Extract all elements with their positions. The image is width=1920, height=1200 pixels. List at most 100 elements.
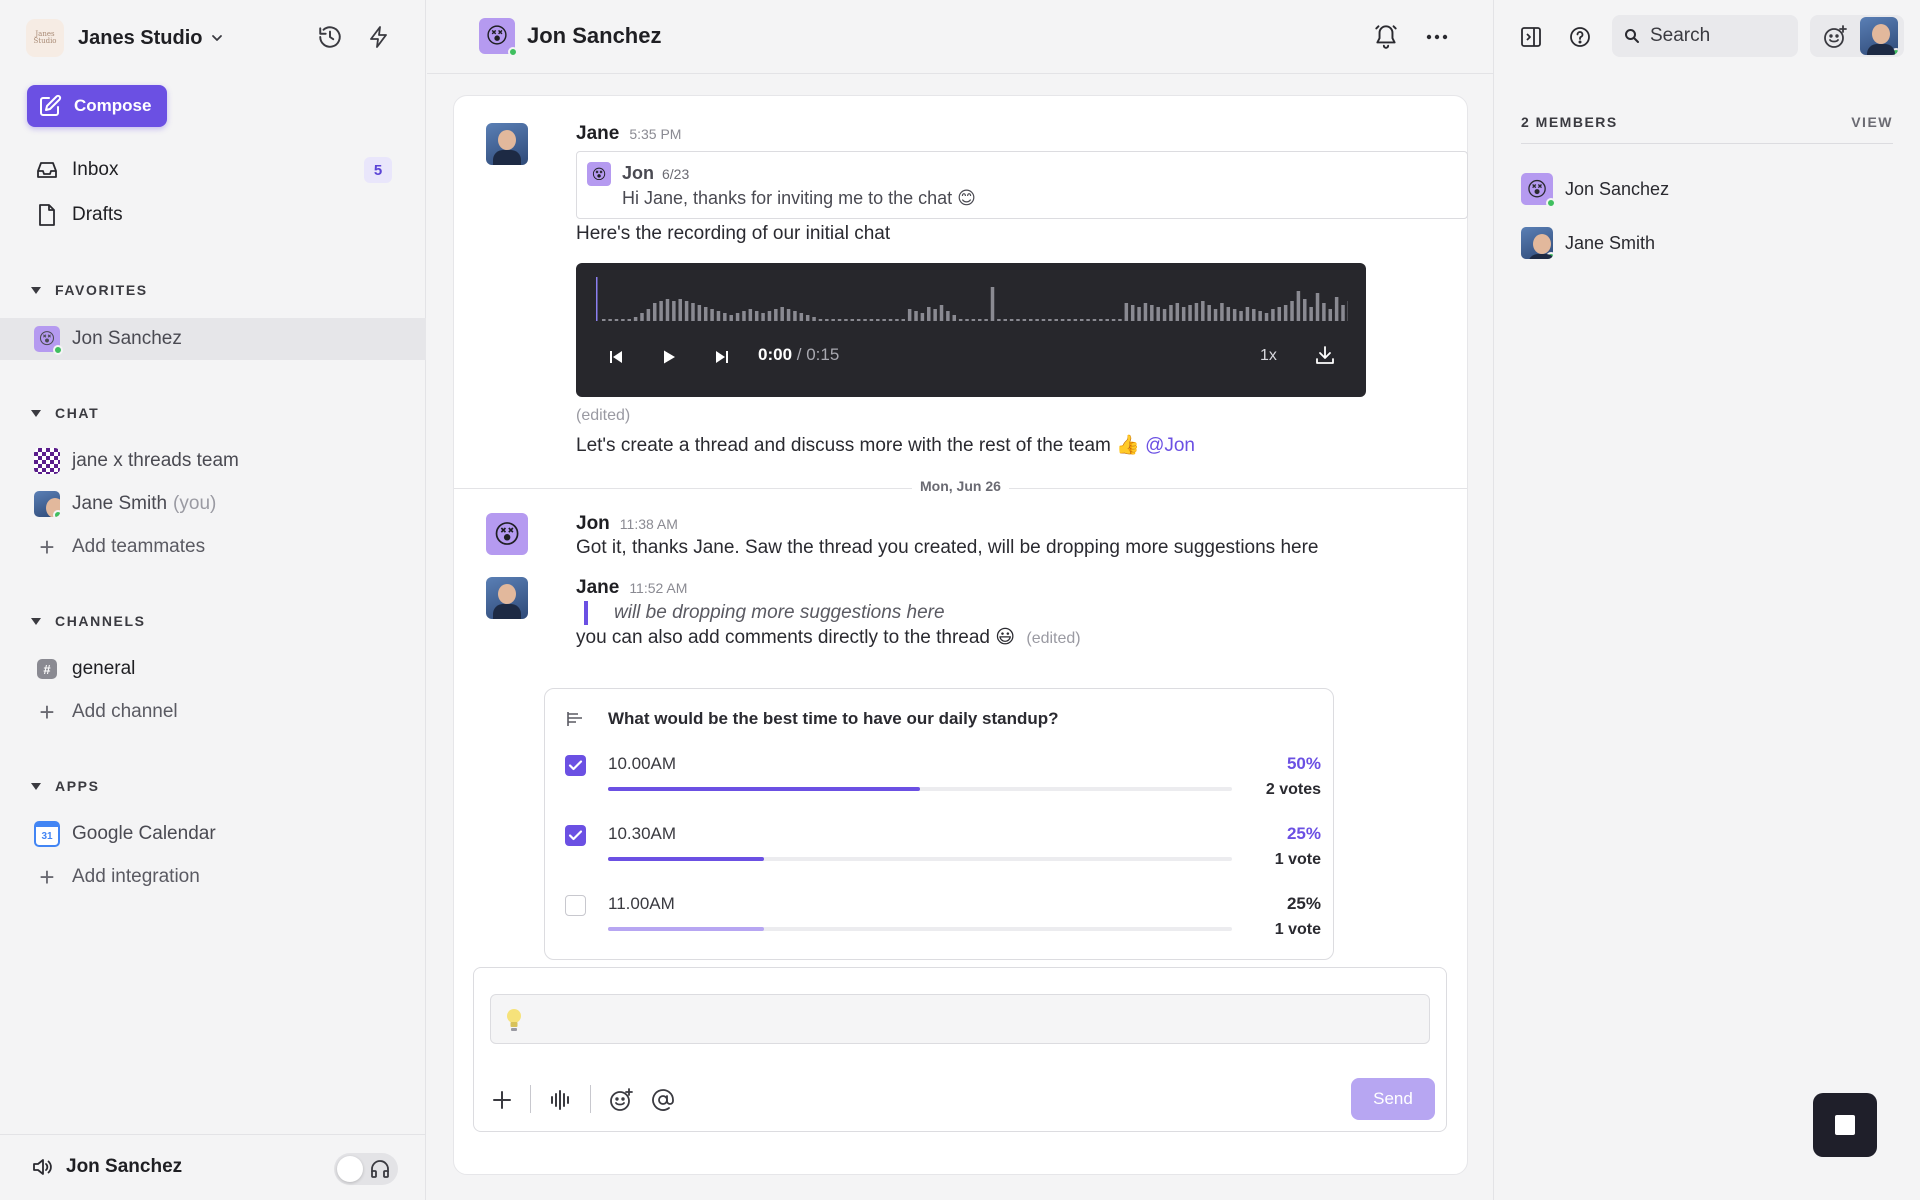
nav-drafts[interactable]: Drafts	[34, 200, 123, 230]
poll-option[interactable]: 11.00AM 25% 1 vote	[545, 885, 1335, 945]
poll-checkbox[interactable]	[565, 825, 586, 846]
chevron-down-icon	[212, 35, 223, 41]
section-apps[interactable]: APPS	[31, 778, 100, 794]
workspace-logo: Janes Studio	[26, 19, 64, 57]
you-suffix: (you)	[173, 493, 217, 514]
search-input[interactable]: Search	[1612, 15, 1798, 57]
sidebar-toggle-icon[interactable]	[1516, 22, 1546, 52]
members-panel: Search 2 MEMBERS VIEW 😵 Jon Sanchez Jane…	[1493, 0, 1920, 1200]
jane-avatar	[34, 491, 60, 517]
message-author[interactable]: Jane	[576, 123, 619, 145]
workspace-name: Janes Studio	[78, 26, 203, 49]
inline-quote: will be dropping more suggestions here	[584, 601, 1476, 625]
search-placeholder: Search	[1650, 25, 1711, 46]
quoted-message[interactable]: 😵 Jon 6/23 Hi Jane, thanks for inviting …	[576, 151, 1468, 219]
section-channels[interactable]: CHANNELS	[31, 613, 146, 629]
nav-drafts-label: Drafts	[72, 204, 123, 225]
message-author[interactable]: Jon	[576, 513, 610, 535]
online-status-dot	[1546, 198, 1556, 208]
current-user-avatar[interactable]	[1860, 17, 1898, 55]
mention-link[interactable]: @Jon	[1145, 435, 1195, 456]
poll-option-votes: 1 vote	[1274, 851, 1321, 868]
poll-progress-fill	[608, 927, 764, 931]
message-time: 11:52 AM	[629, 580, 688, 596]
message-input[interactable]	[490, 994, 1430, 1044]
emoji-status-icon[interactable]	[1822, 24, 1848, 50]
plus-icon: +	[39, 862, 55, 892]
app-google-calendar[interactable]: 31 Google Calendar	[34, 818, 216, 850]
inbox-icon	[34, 157, 60, 183]
audio-record-icon[interactable]	[546, 1085, 576, 1115]
section-chat[interactable]: CHAT	[31, 405, 99, 421]
add-channel-button[interactable]: + Add channel	[34, 696, 177, 728]
member-name: Jon Sanchez	[1565, 178, 1670, 199]
conversation-header: 😵 Jon Sanchez	[427, 0, 1493, 74]
members-count: 2 MEMBERS	[1521, 114, 1618, 130]
section-favorites[interactable]: FAVORITES	[31, 282, 148, 298]
audio-time: 0:00 / 0:15	[758, 345, 839, 365]
poll-option-percent: 25%	[1286, 824, 1321, 843]
poll-checkbox[interactable]	[565, 755, 586, 776]
add-integration-button[interactable]: + Add integration	[34, 861, 199, 893]
collapse-triangle-icon	[31, 782, 41, 790]
huddle-toggle[interactable]	[334, 1153, 398, 1185]
user-menu[interactable]	[1810, 15, 1904, 57]
chat-jane-x-threads-team[interactable]: jane x threads team	[34, 445, 239, 477]
skip-forward-icon[interactable]	[714, 347, 730, 367]
section-chat-title: CHAT	[55, 405, 100, 421]
headphones-icon	[371, 1160, 389, 1178]
nav-inbox-label: Inbox	[72, 159, 119, 180]
emoji-icon[interactable]	[606, 1085, 636, 1115]
add-attachment-icon[interactable]	[487, 1085, 517, 1115]
audio-current-time: 0:00	[758, 345, 793, 364]
view-members-link[interactable]: VIEW	[1851, 114, 1893, 130]
nav-inbox[interactable]: Inbox	[34, 155, 118, 185]
workspace-switcher[interactable]: Janes Studio Janes Studio	[26, 18, 224, 58]
send-button[interactable]: Send	[1351, 1078, 1435, 1120]
jane-avatar	[1521, 227, 1553, 259]
huddle-user[interactable]: Jon Sanchez	[30, 1155, 182, 1179]
download-icon[interactable]	[1314, 345, 1336, 365]
plus-icon: +	[39, 532, 55, 562]
mention-icon[interactable]	[648, 1085, 678, 1115]
poll-option[interactable]: 10.00AM 50% 2 votes	[545, 745, 1335, 805]
conversation-title-wrap[interactable]: 😵 Jon Sanchez	[479, 18, 661, 57]
play-icon[interactable]	[661, 347, 677, 367]
add-teammates-button[interactable]: + Add teammates	[34, 531, 205, 563]
poll-option[interactable]: 10.30AM 25% 1 vote	[545, 815, 1335, 875]
chat-label: Jane Smith	[72, 493, 168, 514]
google-calendar-icon: 31	[34, 821, 60, 847]
edited-label: (edited)	[1026, 630, 1081, 647]
audio-waveform[interactable]	[596, 277, 1348, 321]
history-icon[interactable]	[315, 22, 345, 52]
stop-recording-button[interactable]	[1813, 1093, 1877, 1157]
help-icon[interactable]	[1565, 22, 1595, 52]
member-row[interactable]: Jane Smith	[1521, 227, 1655, 259]
bell-icon[interactable]	[1373, 22, 1399, 55]
favorite-jon-sanchez[interactable]: 😵 Jon Sanchez	[34, 323, 182, 355]
message-author[interactable]: Jane	[576, 577, 619, 599]
online-status-dot	[508, 47, 518, 57]
online-status-dot	[53, 345, 63, 355]
poll-checkbox[interactable]	[565, 895, 586, 916]
chat-jane-smith[interactable]: Jane Smith (you)	[34, 488, 216, 520]
poll-option-percent: 25%	[1286, 894, 1321, 913]
speaker-icon	[33, 1159, 52, 1175]
poll-option-label: 10.00AM	[608, 754, 677, 773]
poll-progress-fill	[608, 857, 764, 861]
message-text: you can also add comments directly to th…	[576, 625, 1476, 652]
compose-button[interactable]: Compose	[27, 85, 167, 127]
lightning-icon[interactable]	[364, 22, 394, 52]
playback-speed[interactable]: 1x	[1260, 347, 1277, 365]
skip-back-icon[interactable]	[608, 347, 624, 367]
more-options-icon[interactable]	[1424, 24, 1450, 55]
poll-progress-fill	[608, 787, 920, 791]
channel-general[interactable]: # general	[34, 653, 135, 685]
favorite-label: Jon Sanchez	[72, 328, 182, 349]
poll-icon	[567, 712, 582, 726]
member-row[interactable]: 😵 Jon Sanchez	[1521, 173, 1670, 208]
file-icon	[34, 202, 60, 228]
section-apps-title: APPS	[55, 778, 100, 794]
message-time: 5:35 PM	[629, 126, 682, 142]
jon-avatar: 😵	[1521, 173, 1556, 208]
